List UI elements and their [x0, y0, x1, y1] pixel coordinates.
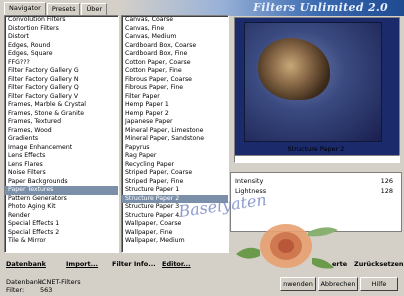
category-item[interactable]: Filter Factory Gallery G: [5, 67, 118, 76]
footer-db-label: Datenbank:: [6, 278, 44, 286]
tab-presets[interactable]: Presets: [46, 3, 81, 15]
category-item[interactable]: Pattern Generators: [5, 195, 118, 204]
reset-button[interactable]: Zurücksetzen: [354, 258, 404, 270]
param-label: Intensity: [235, 177, 264, 185]
filter-item[interactable]: Cardboard Box, Fine: [122, 50, 228, 59]
category-item[interactable]: Lens Flares: [5, 161, 118, 170]
category-item[interactable]: Render: [5, 212, 118, 221]
editor-button[interactable]: Editor...: [162, 258, 191, 270]
filter-item[interactable]: Canvas, Fine: [122, 25, 228, 34]
filter-item[interactable]: Cotton Paper, Fine: [122, 67, 228, 76]
category-item[interactable]: Paper Textures: [5, 186, 118, 195]
category-list[interactable]: Convolution Filters Distortion Filters Dis…: [4, 15, 119, 253]
footer-filter-label: Filter:: [6, 286, 25, 294]
category-item[interactable]: Edges, Round: [5, 42, 118, 51]
category-item[interactable]: Gradients: [5, 135, 118, 144]
category-item[interactable]: Filter Factory Gallery N: [5, 76, 118, 85]
category-item[interactable]: Filter Factory Gallery Q: [5, 84, 118, 93]
filter-item[interactable]: Japanese Paper: [122, 118, 228, 127]
app-title: Filters Unlimited 2.0: [253, 1, 388, 14]
filter-item[interactable]: Mineral Paper, Sandstone: [122, 135, 228, 144]
category-item[interactable]: Image Enhancement: [5, 144, 118, 153]
filter-item[interactable]: Fibrous Paper, Coarse: [122, 76, 228, 85]
footer-db-value: ICNET-Filters: [40, 278, 81, 286]
category-item[interactable]: FFG???: [5, 59, 118, 68]
param-value: 128: [380, 187, 393, 195]
filter-item[interactable]: Mineral Paper, Limestone: [122, 127, 228, 136]
filter-item[interactable]: Fibrous Paper, Fine: [122, 84, 228, 93]
filter-item[interactable]: Hemp Paper 2: [122, 110, 228, 119]
filter-item[interactable]: Cotton Paper, Coarse: [122, 59, 228, 68]
cancel-button[interactable]: Abbrechen: [318, 277, 358, 291]
filter-item[interactable]: Striped Paper, Coarse: [122, 169, 228, 178]
category-item[interactable]: Convolution Filters: [5, 16, 118, 25]
apply-button[interactable]: nwenden: [280, 277, 316, 291]
filter-item[interactable]: Filter Paper: [122, 93, 228, 102]
filter-item[interactable]: Cardboard Box, Coarse: [122, 42, 228, 51]
reset-partial-button[interactable]: erte: [332, 258, 347, 270]
tab-about[interactable]: Über: [81, 3, 108, 15]
category-item[interactable]: Lens Effects: [5, 152, 118, 161]
category-item[interactable]: Edges, Square: [5, 50, 118, 59]
preview-caption: Structure Paper 2: [287, 145, 345, 153]
category-item[interactable]: Filter Factory Gallery V: [5, 93, 118, 102]
footer-filter-value: 563: [40, 286, 53, 294]
category-item[interactable]: Paper Backgrounds: [5, 178, 118, 187]
category-item[interactable]: Tile & Mirror: [5, 237, 118, 246]
category-item[interactable]: Special Effects 1: [5, 220, 118, 229]
filter-item[interactable]: Striped Paper, Fine: [122, 178, 228, 187]
progress-bar: [234, 155, 400, 163]
database-button[interactable]: Datenbank: [6, 258, 46, 270]
category-item[interactable]: Frames, Marble & Crystal: [5, 101, 118, 110]
param-intensity[interactable]: Intensity 126: [233, 177, 397, 186]
filter-item[interactable]: Papyrus: [122, 144, 228, 153]
category-item[interactable]: Distortion Filters: [5, 25, 118, 34]
filter-info-button[interactable]: Filter Info...: [112, 258, 156, 270]
category-item[interactable]: Photo Aging Kit: [5, 203, 118, 212]
filter-item[interactable]: Hemp Paper 1: [122, 101, 228, 110]
bottom-bar: Datenbank Import... Filter Info... Edito…: [0, 252, 404, 296]
filter-item[interactable]: Canvas, Coarse: [122, 16, 228, 25]
tab-bar: Navigator Presets Über: [4, 2, 108, 15]
help-button[interactable]: Hilfe: [360, 277, 398, 291]
category-item[interactable]: Distort: [5, 33, 118, 42]
filter-item[interactable]: Canvas, Medium: [122, 33, 228, 42]
filter-item[interactable]: Rag Paper: [122, 152, 228, 161]
category-item[interactable]: Special Effects 2: [5, 229, 118, 238]
category-item[interactable]: Frames, Textured: [5, 118, 118, 127]
param-value: 126: [380, 177, 393, 185]
category-item[interactable]: Frames, Wood: [5, 127, 118, 136]
filter-item[interactable]: Recycling Paper: [122, 161, 228, 170]
import-button[interactable]: Import...: [66, 258, 98, 270]
tab-navigator[interactable]: Navigator: [4, 2, 46, 15]
category-item[interactable]: Frames, Stone & Granite: [5, 110, 118, 119]
category-item[interactable]: Noise Filters: [5, 169, 118, 178]
